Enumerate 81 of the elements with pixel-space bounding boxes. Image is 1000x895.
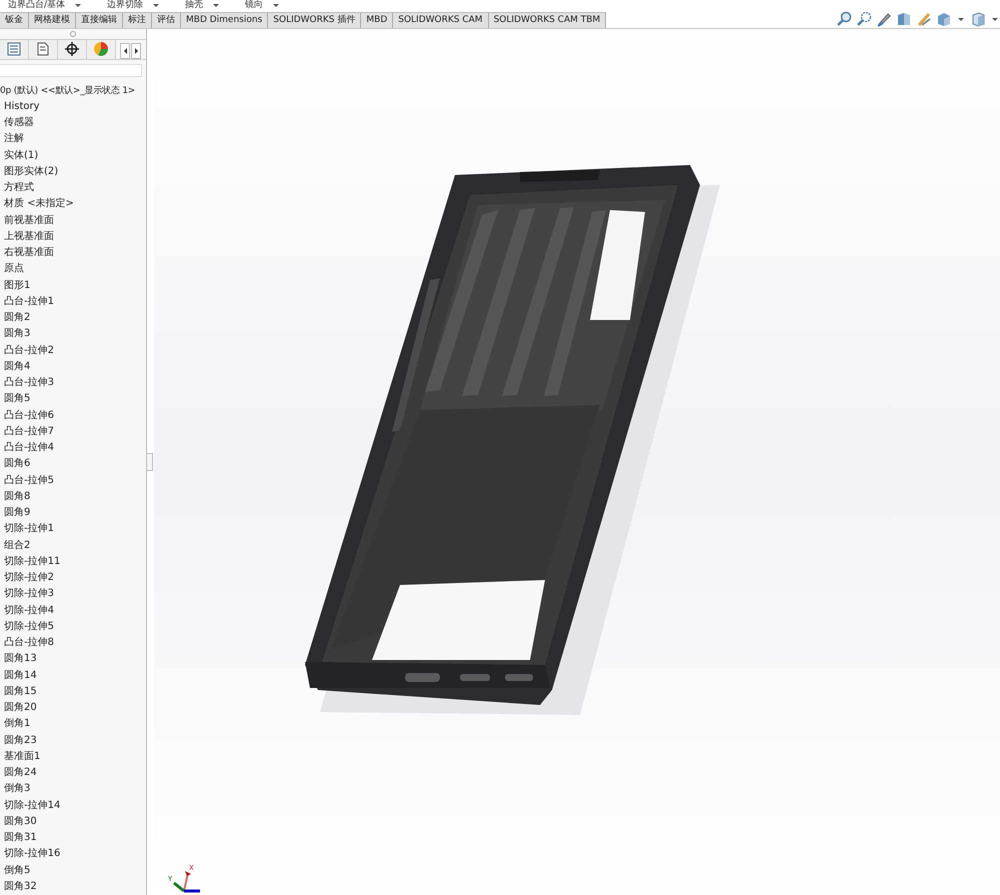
appearance-tab[interactable] xyxy=(87,40,116,59)
tree-item[interactable]: 切除-拉伸16 xyxy=(0,846,146,862)
tree-item[interactable]: 切除-拉伸14 xyxy=(0,798,146,814)
crosshair-icon xyxy=(65,42,79,56)
scroll-left-button[interactable] xyxy=(120,42,130,59)
tree-item[interactable]: 凸台-拉伸4 xyxy=(0,440,146,456)
zoom-area-icon[interactable] xyxy=(856,11,872,27)
tree-item[interactable]: 切除-拉伸4 xyxy=(0,602,146,619)
tree-item[interactable]: 实体(1) xyxy=(0,148,146,164)
dropdown-arrow-icon[interactable] xyxy=(153,4,160,8)
tree-item[interactable]: 上视基准面 xyxy=(0,228,146,245)
tree-item[interactable]: 倒角5 xyxy=(0,862,146,879)
tree-item[interactable]: 圆角5 xyxy=(0,391,146,408)
tree-item[interactable]: 切除-拉伸11 xyxy=(0,554,146,570)
tree-item[interactable]: 圆角6 xyxy=(0,456,146,472)
tree-item[interactable]: 右视基准面 xyxy=(0,245,146,262)
tree-item[interactable]: 图形实体(2) xyxy=(0,164,146,180)
tree-item[interactable]: 基准面1 xyxy=(0,748,146,765)
tree-item[interactable]: 传感器 xyxy=(0,115,146,132)
toolbar-command[interactable]: 边界切除 xyxy=(107,0,144,12)
tree-item[interactable]: 凸台-拉伸8 xyxy=(0,635,146,652)
property-icon xyxy=(36,42,50,56)
toolbar-command[interactable]: 镜向 xyxy=(245,0,264,12)
tree-item[interactable]: 圆角3 xyxy=(0,326,146,342)
filter-field[interactable] xyxy=(0,64,142,77)
scroll-right-button[interactable] xyxy=(131,42,141,59)
tree-item[interactable]: 圆角14 xyxy=(0,668,146,684)
tree-item[interactable]: 圆角13 xyxy=(0,651,146,668)
tree-item[interactable]: 凸台-拉伸7 xyxy=(0,424,146,440)
tree-item[interactable]: 方程式 xyxy=(0,180,146,196)
tree-item[interactable]: 原点 xyxy=(0,261,146,278)
section-view-icon[interactable] xyxy=(896,11,912,27)
tree-item[interactable]: 切除-拉伸1 xyxy=(0,521,146,538)
grip-icon[interactable] xyxy=(70,30,76,37)
dropdown-arrow-icon[interactable] xyxy=(273,4,280,8)
tree-item[interactable]: 切除-拉伸3 xyxy=(0,586,146,602)
tree-item[interactable]: 凸台-拉伸5 xyxy=(0,472,146,489)
cube-icon[interactable] xyxy=(970,11,986,27)
dropdown-arrow-icon[interactable] xyxy=(213,4,220,8)
tree-item[interactable]: 圆角4 xyxy=(0,358,146,375)
panel-collapse-handle[interactable] xyxy=(147,453,153,471)
view-orientation-icon[interactable] xyxy=(936,11,952,27)
tree-item[interactable]: 注解 xyxy=(0,131,146,148)
tree-item[interactable]: 圆角31 xyxy=(0,830,146,846)
tree-item[interactable]: 圆角20 xyxy=(0,700,146,716)
tree-item[interactable]: History xyxy=(0,98,146,115)
configuration-manager-tab[interactable] xyxy=(58,40,87,59)
tree-item[interactable]: 凸台-拉伸6 xyxy=(0,408,146,424)
toolbar-command[interactable]: 边界凸台/基体 xyxy=(8,0,66,12)
wand-icon[interactable] xyxy=(916,11,932,27)
tree-item[interactable]: 切除-拉伸2 xyxy=(0,570,146,586)
tree-item[interactable]: 圆角8 xyxy=(0,488,146,505)
tree-item[interactable]: 圆角23 xyxy=(0,732,146,749)
tree-item[interactable]: 圆角32 xyxy=(0,878,146,895)
tree-item[interactable]: 圆角30 xyxy=(0,814,146,830)
tree-item[interactable]: 凸台-拉伸2 xyxy=(0,342,146,359)
part-name[interactable]: 0p (默认) <<默认>_显示状态 1> xyxy=(0,82,146,99)
color-wheel-icon xyxy=(94,42,108,56)
feature-manager-tab[interactable] xyxy=(0,40,29,59)
tree-item[interactable]: 凸台-拉伸3 xyxy=(0,375,146,392)
tree-item[interactable]: 前视基准面 xyxy=(0,212,146,229)
tree-item[interactable]: 材质 <未指定> xyxy=(0,196,146,212)
tree-item[interactable]: 图形1 xyxy=(0,278,146,294)
tree-item[interactable]: 倒角3 xyxy=(0,781,146,798)
dropdown-arrow-icon[interactable] xyxy=(992,18,998,20)
ribbon-tab[interactable]: SOLIDWORKS CAM TBM xyxy=(488,12,606,28)
tree-item[interactable]: 圆角2 xyxy=(0,310,146,326)
tree-item[interactable]: 切除-拉伸5 xyxy=(0,618,146,635)
tree-item[interactable]: 组合2 xyxy=(0,538,146,554)
pen-icon[interactable] xyxy=(876,11,892,27)
tree-item[interactable]: 圆角15 xyxy=(0,684,146,700)
tree-item[interactable]: 圆角24 xyxy=(0,765,146,782)
dropdown-arrow-icon[interactable] xyxy=(75,4,82,8)
dropdown-arrow-icon[interactable] xyxy=(958,18,964,20)
list-icon xyxy=(7,42,21,56)
toolbar-command[interactable]: 抽壳 xyxy=(185,0,204,12)
tree-item[interactable]: 凸台-拉伸1 xyxy=(0,294,146,310)
zoom-icon[interactable] xyxy=(836,11,852,27)
property-manager-tab[interactable] xyxy=(29,40,58,59)
tree-item[interactable]: 圆角9 xyxy=(0,505,146,522)
tree-item[interactable]: 倒角1 xyxy=(0,716,146,732)
